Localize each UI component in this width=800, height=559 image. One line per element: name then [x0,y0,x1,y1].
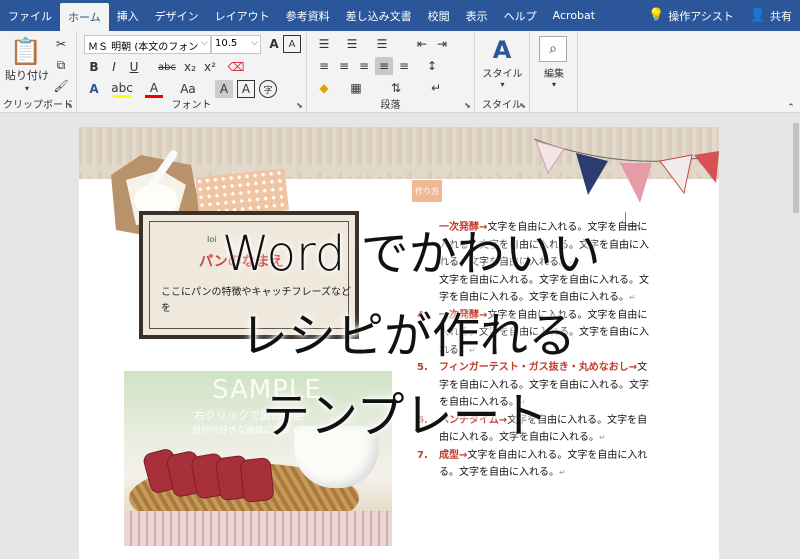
sample-watermark: SAMPLE [212,375,322,405]
search-icon[interactable]: ⌕ [539,36,567,62]
sort-icon[interactable]: ⇅ [387,79,405,97]
tab-review[interactable]: 校閲 [420,0,458,31]
styles-group-label: スタイル ⬊ [482,100,526,111]
strikethrough-button[interactable]: abc [155,58,179,76]
tab-home[interactable]: ホーム [60,3,109,31]
line-spacing-icon[interactable]: ↕ [423,57,441,75]
cut-icon[interactable]: ✂ [52,35,70,53]
lightbulb-icon: 💡 [648,8,665,23]
title-frame[interactable]: Ioi パンのなまえ ここにパンの特徴やキャッチフレーズなどを [139,211,359,339]
grow-font-button[interactable]: A [265,35,283,53]
bread-slices-image [143,449,274,503]
share-button[interactable]: 👤 共有 [742,0,800,31]
editing-button[interactable]: 編集 [532,65,576,80]
tab-references[interactable]: 参考資料 [278,0,338,31]
ribbon: 📋 貼り付け ▾ ✂ ⧉ 🖌 クリップボード ⬊ ＭＳ 明朝 (本文のフォン ⌵ 1… [0,31,800,113]
distributed-icon[interactable]: ≡ [395,57,413,75]
align-right-icon[interactable]: ≡ [355,57,373,75]
show-marks-icon[interactable]: ↵ [427,79,445,97]
ribbon-tab-bar: ファイル ホーム 挿入 デザイン レイアウト 参考資料 差し込み文書 校閲 表示… [0,0,800,31]
chevron-down-icon[interactable]: ▾ [532,79,576,89]
paste-button[interactable]: 貼り付け [4,67,50,83]
superscript-button[interactable]: x² [201,58,219,76]
chevron-down-icon[interactable]: ▾ [477,79,528,89]
font-group-label: フォント ⬊ [171,100,304,111]
tab-insert[interactable]: 挿入 [109,0,147,31]
tab-view[interactable]: 表示 [458,0,496,31]
chevron-down-icon[interactable]: ▾ [4,83,50,93]
list-item[interactable]: 文字を自由に入れる。文字を自由に入れる。文字を自由に入れる。文字を自由に入れる。… [417,272,649,307]
vertical-scrollbar[interactable] [792,113,800,559]
shading-icon[interactable]: ◆ [315,79,333,97]
list-item[interactable]: 5. フィンガーテスト・ガス抜き・丸めなおし→文字を自由に入れる。文字を自由に入れ… [417,359,649,412]
subscript-button[interactable]: x₂ [181,58,199,76]
share-label: 共有 [770,9,792,23]
group-font: ＭＳ 明朝 (本文のフォン ⌵ 10.5 ⌵ A A B I U abc x₂ x²… [77,31,307,113]
dialog-launcher-icon[interactable]: ⬊ [464,101,471,110]
multilevel-list-icon[interactable]: ☰ [373,35,391,53]
list-item[interactable]: 一次発酵→文字を自由に入れる。文字を自由に入れる。文字を自由に入れる。文字を自由… [417,219,649,272]
clipboard-group-label: クリップボード ⬊ [3,100,73,111]
numbering-icon[interactable]: ☰ [343,35,361,53]
font-name-combo[interactable]: ＭＳ 明朝 (本文のフォン ⌵ [84,35,211,54]
paragraph-group-label: 段落 ⬊ [380,100,472,111]
recipe-steps[interactable]: 一次発酵→文字を自由に入れる。文字を自由に入れる。文字を自由に入れる。文字を自由… [417,219,649,482]
tab-file[interactable]: ファイル [0,0,60,31]
tell-me-label: 操作アシスト [668,9,734,23]
tell-me-box[interactable]: 💡 操作アシスト [640,0,742,31]
styles-icon[interactable]: A [487,35,517,65]
clear-format-button[interactable]: A [283,35,301,53]
photo-subcaption: 自分の好きな画像に変更ください [192,426,328,436]
collapse-ribbon-icon[interactable]: ⌃ [784,103,798,113]
dialog-launcher-icon[interactable]: ⬊ [296,101,303,110]
tab-acrobat[interactable]: Acrobat [545,0,603,31]
tab-layout[interactable]: レイアウト [207,0,278,31]
align-left-icon[interactable]: ≡ [315,57,333,75]
group-styles: A スタイル ▾ スタイル ⬊ [475,31,530,113]
bread-photo[interactable]: SAMPLE 右クリックで図の変更 自分の好きな画像に変更ください [124,371,392,546]
person-icon: 👤 [749,8,766,23]
bold-button[interactable]: B [85,58,103,76]
format-painter-icon[interactable]: 🖌 [52,77,70,95]
document-page[interactable]: Ioi パンのなまえ ここにパンの特徴やキャッチフレーズなどを 作り方 SAMP… [79,127,719,559]
steps-tag: 作り方 [412,180,442,202]
group-editing: ⌕ 編集 ▾ [530,31,578,113]
align-center-icon[interactable]: ≡ [335,57,353,75]
list-item[interactable]: 4. 一次発酵→文字を自由に入れる。文字を自由に入れる。文字を自由に入れる。文字を… [417,307,649,360]
justify-icon[interactable]: ≡ [375,57,393,75]
increase-indent-icon[interactable]: ⇥ [433,35,451,53]
frame-small-text: Ioi [207,235,217,244]
eraser-icon[interactable]: ⌫ [227,58,245,76]
bread-description[interactable]: ここにパンの特徴やキャッチフレーズなどを [161,285,351,317]
dialog-launcher-icon[interactable]: ⬊ [519,101,526,110]
bread-name-title[interactable]: パンのなまえ [199,251,284,271]
chevron-down-icon: ⌵ [251,38,258,48]
underline-button[interactable]: U [125,58,143,76]
paste-icon[interactable]: 📋 [8,35,44,69]
scrollbar-thumb[interactable] [793,123,799,213]
list-item[interactable]: 6. ベンチタイム→文字を自由に入れる。文字を自由に入れる。文字を自由に入れる。↵ [417,412,649,447]
styles-button[interactable]: スタイル [477,65,528,80]
italic-button[interactable]: I [105,58,123,76]
decrease-indent-icon[interactable]: ⇤ [413,35,431,53]
list-item[interactable]: 7. 成型→文字を自由に入れる。文字を自由に入れる。文字を自由に入れる。↵ [417,447,649,482]
dialog-launcher-icon[interactable]: ⬊ [66,101,73,110]
group-paragraph: ☰ ☰ ☰ ⇤ ⇥ ≡ ≡ ≡ ≡ ≡ ↕ ◆ ▦ ⇅ ↵ 段落 ⬊ [307,31,475,113]
copy-icon[interactable]: ⧉ [52,56,70,74]
bullets-icon[interactable]: ☰ [315,35,333,53]
photo-caption: 右クリックで図の変更 [194,409,304,422]
cloth-image [124,511,392,546]
tab-design[interactable]: デザイン [147,0,207,31]
font-size-combo[interactable]: 10.5 ⌵ [211,35,261,54]
tab-mailings[interactable]: 差し込み文書 [338,0,420,31]
tab-help[interactable]: ヘルプ [496,0,545,31]
group-clipboard: 📋 貼り付け ▾ ✂ ⧉ 🖌 クリップボード ⬊ [0,31,77,113]
borders-icon[interactable]: ▦ [347,79,365,97]
chevron-down-icon: ⌵ [201,38,208,48]
